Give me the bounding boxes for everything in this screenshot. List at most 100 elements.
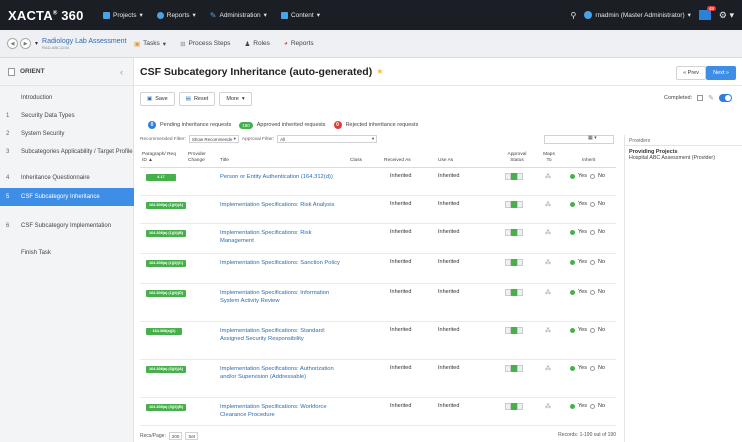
roles-link[interactable]: ♟ Roles <box>244 40 269 48</box>
row-title-link[interactable]: Person or Entity Authentication (164.312… <box>220 173 340 181</box>
row-title-link[interactable]: Implementation Specifications: Standard:… <box>220 327 340 343</box>
row-title-link[interactable]: Implementation Specifications: Authoriza… <box>220 365 340 381</box>
row-title-link[interactable]: Implementation Specifications: Risk Mana… <box>220 229 340 245</box>
maps-to-icon[interactable]: ⁂ <box>545 365 551 372</box>
view-toggle[interactable] <box>719 94 732 102</box>
maps-to-icon[interactable]: ⁂ <box>545 259 551 266</box>
inherit-no-radio[interactable] <box>589 289 595 295</box>
recommended-filter-select[interactable]: Show Recommende ▾ <box>188 135 239 143</box>
table-row[interactable]: 164.308(a) (1)(ii)(D) Implementation Spe… <box>140 284 616 322</box>
inherit-radio-group[interactable]: Yes No <box>570 201 605 207</box>
inherit-yes-radio[interactable] <box>570 229 575 235</box>
req-id-badge[interactable]: 164.308(a)(2) <box>146 328 182 335</box>
provider-project-name[interactable]: Hospital ABC Assessment (Provider) <box>625 155 742 162</box>
reports-menu[interactable]: Reports ▾ <box>156 11 196 19</box>
col-received-as[interactable]: Received As <box>384 158 411 164</box>
forward-button[interactable]: ▶ <box>20 38 31 49</box>
approval-status-control[interactable] <box>505 173 523 180</box>
administration-menu[interactable]: ✎ Administration ▾ <box>210 11 267 20</box>
approval-filter-select[interactable]: All ▾ <box>277 135 378 143</box>
col-title[interactable]: Title <box>220 158 229 164</box>
col-paragraph[interactable]: Paragraph/ Req ID ▲ <box>142 152 180 164</box>
approval-status-control[interactable] <box>505 289 523 296</box>
tasks-menu[interactable]: ▣ Tasks ▾ <box>134 40 166 48</box>
col-use-as[interactable]: Use As <box>438 158 453 164</box>
prev-button[interactable]: « Prev <box>676 66 706 80</box>
inherit-no-radio[interactable] <box>589 173 595 179</box>
req-id-badge[interactable]: 164.308(a) (1)(ii)(C) <box>146 260 186 267</box>
sidebar-item-subcategories-applicability[interactable]: 3 Subcategories Applicability / Target Pr… <box>0 148 134 156</box>
approval-status-control[interactable] <box>505 201 523 208</box>
approval-status-control[interactable] <box>505 259 523 266</box>
inherit-radio-group[interactable]: Yes No <box>570 327 605 333</box>
sidebar-item-introduction[interactable]: Introduction <box>0 94 134 102</box>
save-button[interactable]: ▣ Save <box>140 92 175 106</box>
approval-status-control[interactable] <box>505 365 523 372</box>
row-title-link[interactable]: Implementation Specifications: Risk Anal… <box>220 201 340 209</box>
inherit-no-radio[interactable] <box>589 201 595 207</box>
req-id-badge[interactable]: 164.308(a) (3)(ii)(B) <box>146 404 186 411</box>
row-title-link[interactable]: Implementation Specifications: Sanction … <box>220 259 340 267</box>
col-inherit[interactable]: Inherit <box>582 158 595 164</box>
col-maps-to[interactable]: Maps To <box>540 152 558 164</box>
table-row[interactable]: 164.308(a)(2) Implementation Specificati… <box>140 322 616 360</box>
more-button[interactable]: More ▾ <box>219 92 252 106</box>
inherit-no-radio[interactable] <box>589 365 595 371</box>
req-id-badge[interactable]: 164.308(a) (1)(ii)(A) <box>146 202 186 209</box>
maps-to-icon[interactable]: ⁂ <box>545 229 551 236</box>
inherit-no-radio[interactable] <box>589 259 595 265</box>
project-dropdown-icon[interactable]: ▾ <box>35 40 38 47</box>
table-row[interactable]: 164.308(a) (1)(ii)(C) Implementation Spe… <box>140 254 616 284</box>
next-button[interactable]: Next » <box>706 66 736 80</box>
reports-link[interactable]: ◕ Reports <box>284 40 314 47</box>
inherit-no-radio[interactable] <box>589 327 595 333</box>
table-row[interactable]: 164.308(a) (3)(ii)(A) Implementation Spe… <box>140 360 616 398</box>
table-row[interactable]: 164.308(a) (1)(ii)(A) Implementation Spe… <box>140 196 616 224</box>
content-menu[interactable]: Content ▾ <box>280 11 320 19</box>
grid-options-icon[interactable]: ▦ ▾ <box>588 135 597 141</box>
dashboard-chart-icon[interactable]: 48 <box>698 6 716 20</box>
req-id-badge[interactable]: 4.17 <box>146 174 176 181</box>
inherit-no-radio[interactable] <box>589 229 595 235</box>
col-provider-change[interactable]: Provider Change <box>188 152 218 164</box>
inherit-radio-group[interactable]: Yes No <box>570 365 605 371</box>
maps-to-icon[interactable]: ⁂ <box>545 173 551 180</box>
edit-icon[interactable]: ✎ <box>708 94 714 102</box>
inherit-yes-radio[interactable] <box>570 201 575 207</box>
back-button[interactable]: ◀ <box>7 38 18 49</box>
sidebar-item-csf-subcategory-implementation[interactable]: 6 CSF Subcategory Implementation <box>0 222 134 230</box>
req-id-badge[interactable]: 164.308(a) (3)(ii)(A) <box>146 366 186 373</box>
row-title-link[interactable]: Implementation Specifications: Workforce… <box>220 403 340 419</box>
table-row[interactable]: 4.17 Person or Entity Authentication (16… <box>140 168 616 196</box>
sidebar-item-security-data-types[interactable]: 1 Security Data Types <box>0 112 134 120</box>
table-row[interactable]: 164.308(a) (1)(ii)(B) Implementation Spe… <box>140 224 616 254</box>
user-menu[interactable]: rnadmin (Master Administrator) ▾ <box>584 11 691 19</box>
collapse-chevron-icon[interactable]: ‹ <box>120 67 123 77</box>
req-id-badge[interactable]: 164.308(a) (1)(ii)(D) <box>146 290 186 297</box>
col-approval-status[interactable]: Approval Status <box>503 152 531 164</box>
inherit-radio-group[interactable]: Yes No <box>570 289 605 295</box>
project-name[interactable]: Radiology Lab Assessment RAD-ABC1234 <box>42 38 134 50</box>
maps-to-icon[interactable]: ⁂ <box>545 327 551 334</box>
inherit-yes-radio[interactable] <box>570 173 575 179</box>
maps-to-icon[interactable]: ⁂ <box>545 201 551 208</box>
sidebar-item-system-security[interactable]: 2 System Security <box>0 130 134 138</box>
inherit-yes-radio[interactable] <box>570 259 575 265</box>
xacta-logo[interactable]: XACTA® 360 <box>8 8 103 23</box>
completed-checkbox[interactable] <box>697 95 704 101</box>
sidebar-item-inheritance-questionnaire[interactable]: 4 Inheritance Questionnaire <box>0 174 134 182</box>
inherit-yes-radio[interactable] <box>570 365 575 371</box>
inherit-radio-group[interactable]: Yes No <box>570 403 605 409</box>
inherit-radio-group[interactable]: Yes No <box>570 173 605 179</box>
approval-status-control[interactable] <box>505 403 523 410</box>
approval-status-control[interactable] <box>505 327 523 334</box>
row-title-link[interactable]: Implementation Specifications: Informati… <box>220 289 340 305</box>
gear-icon[interactable]: ⚙ ▾ <box>719 10 734 21</box>
maps-to-icon[interactable]: ⁂ <box>545 289 551 296</box>
inherit-radio-group[interactable]: Yes No <box>570 259 605 265</box>
approval-status-control[interactable] <box>505 229 523 236</box>
projects-menu[interactable]: Projects ▾ <box>103 11 143 19</box>
table-row[interactable]: 164.308(a) (3)(ii)(B) Implementation Spe… <box>140 398 616 426</box>
inherit-yes-radio[interactable] <box>570 403 575 409</box>
set-button[interactable]: Set <box>185 432 199 440</box>
